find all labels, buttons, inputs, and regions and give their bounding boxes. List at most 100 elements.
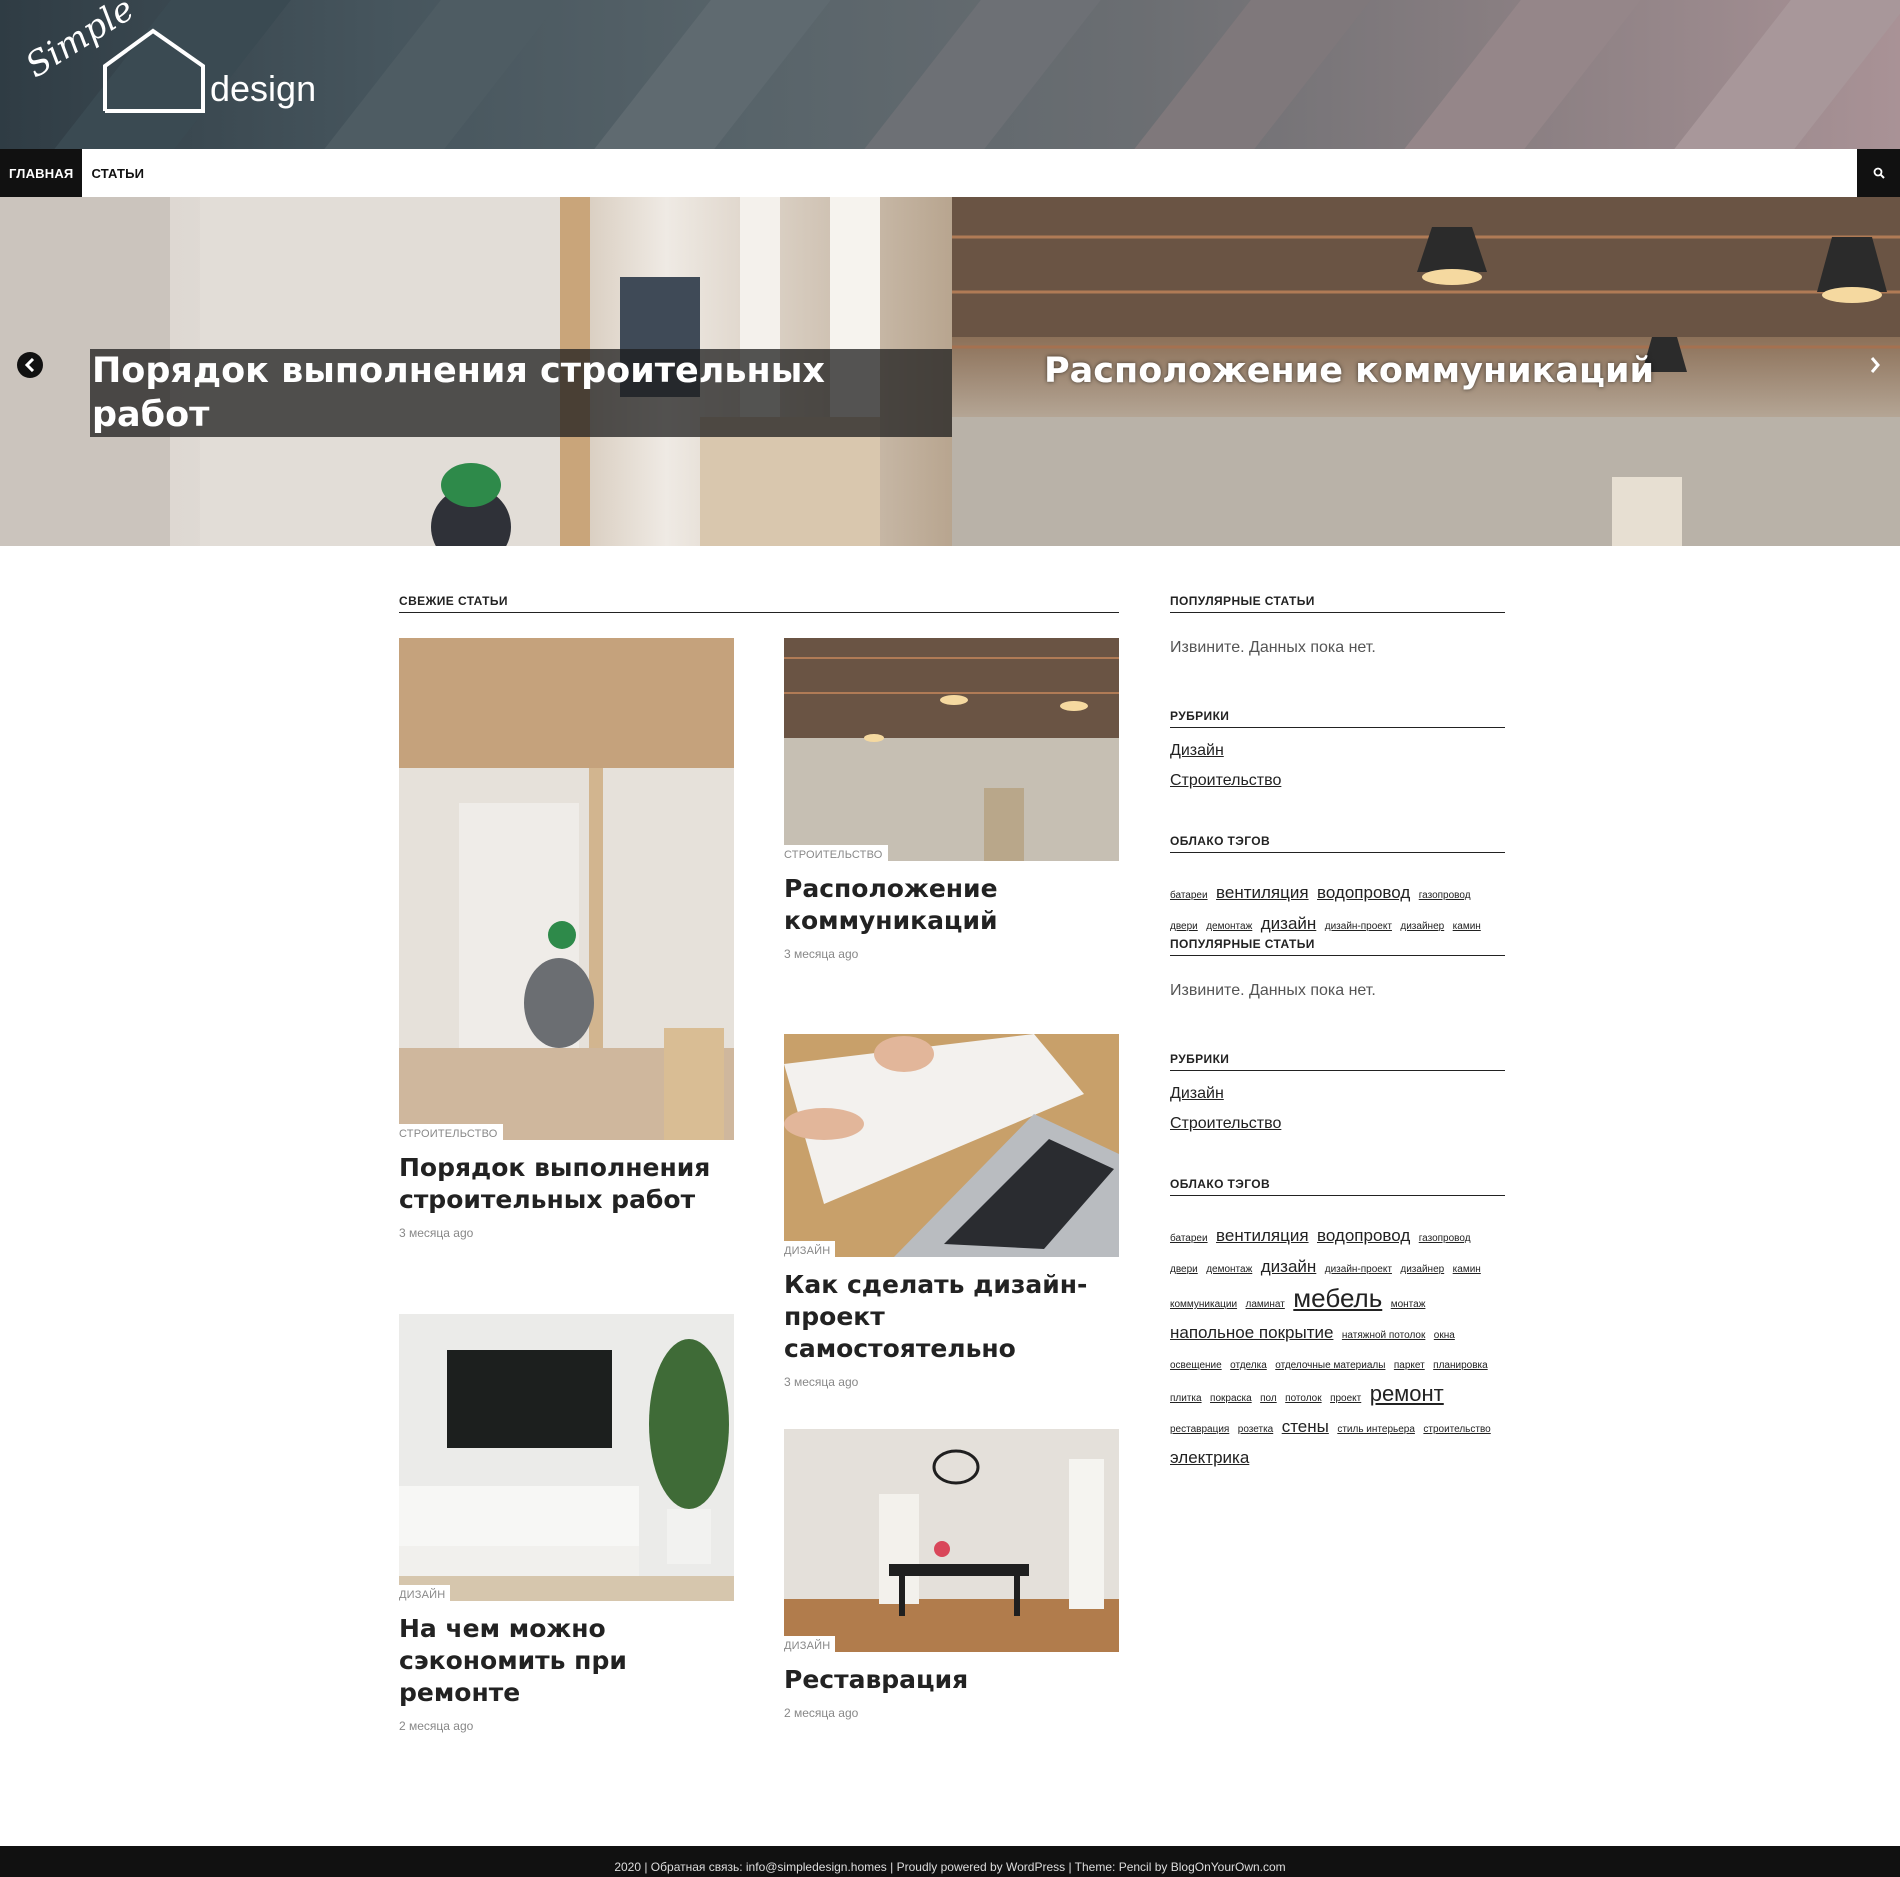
nav-item-home[interactable]: ГЛАВНАЯ [0, 149, 83, 197]
post-image[interactable]: ДИЗАЙН [399, 1314, 734, 1601]
tag-link[interactable]: дизайн [1261, 914, 1317, 933]
post-card: СТРОИТЕЛЬСТВО Порядок выполнения строите… [399, 638, 734, 1240]
tag-link[interactable]: планировка [1433, 1360, 1488, 1371]
post-category: СТРОИТЕЛЬСТВО [399, 1124, 503, 1140]
tag-link[interactable]: покраска [1210, 1393, 1252, 1404]
widget-title-tags: ОБЛАКО ТЭГОВ [1170, 834, 1505, 853]
tag-link[interactable]: коммуникации [1170, 1299, 1237, 1310]
tag-link[interactable]: газопровод [1419, 890, 1471, 901]
tag-link[interactable]: дизайнер [1400, 1264, 1444, 1275]
main-nav: ГЛАВНАЯ СТАТЬИ [0, 149, 1900, 197]
tag-link[interactable]: проект [1330, 1393, 1361, 1404]
logo-word: design [210, 68, 317, 109]
site-logo[interactable]: Simple design [19, 0, 316, 116]
slide-construction[interactable]: Порядок выполнения строительных работ [0, 197, 952, 546]
popular-empty-text: Извините. Данных пока нет. [1170, 639, 1376, 656]
featured-slider: Порядок выполнения строительных работ Ра… [0, 197, 1900, 546]
tag-link[interactable]: мебель [1293, 1283, 1382, 1313]
tag-link[interactable]: дизайн-проект [1325, 1264, 1392, 1275]
tag-link[interactable]: потолок [1285, 1393, 1321, 1404]
tag-link[interactable]: двери [1170, 1264, 1198, 1275]
tag-link[interactable]: дизайн-проект [1325, 921, 1392, 932]
tag-link[interactable]: стены [1282, 1417, 1329, 1436]
tag-link[interactable]: ремонт [1370, 1381, 1444, 1406]
tag-link[interactable]: стиль интерьера [1337, 1424, 1415, 1435]
tag-link[interactable]: напольное покрытие [1170, 1323, 1333, 1342]
search-button[interactable] [1857, 149, 1900, 197]
slider-next-button[interactable] [1862, 352, 1888, 378]
slide-title: Расположение коммуникаций [1044, 351, 1655, 391]
nav-item-articles[interactable]: СТАТЬИ [82, 149, 153, 197]
tag-link[interactable]: батареи [1170, 890, 1208, 901]
widget-title-categories: РУБРИКИ [1170, 709, 1505, 728]
widget-title-categories: РУБРИКИ [1170, 1052, 1505, 1071]
post-card: ДИЗАЙН Реставрация 2 месяца ago [784, 1429, 1119, 1720]
category-link-construction[interactable]: Строительство [1170, 1115, 1505, 1133]
tag-link[interactable]: монтаж [1391, 1299, 1426, 1310]
category-link-design[interactable]: Дизайн [1170, 1085, 1505, 1103]
post-title[interactable]: На чем можно сэкономить при ремонте [399, 1613, 734, 1709]
tag-link[interactable]: дизайнер [1400, 921, 1444, 932]
tag-link[interactable]: батареи [1170, 1233, 1208, 1244]
footer-text: 2020 | Обратная связь: info@simpledesign… [614, 1860, 1286, 1874]
tag-cloud: батареи вентиляция водопровод газопровод… [1170, 879, 1505, 937]
site-header: Simple design [0, 0, 1900, 149]
post-date: 3 месяца ago [784, 1375, 859, 1389]
post-image[interactable]: ДИЗАЙН [784, 1034, 1119, 1257]
tag-link[interactable]: демонтаж [1206, 921, 1252, 932]
widget-title-tags: ОБЛАКО ТЭГОВ [1170, 1177, 1505, 1196]
section-title: СВЕЖИЕ СТАТЬИ [399, 594, 1119, 613]
tag-link[interactable]: дизайн [1261, 1257, 1317, 1276]
post-image[interactable]: ДИЗАЙН [784, 1429, 1119, 1652]
post-title[interactable]: Расположение коммуникаций [784, 873, 1119, 937]
tag-link[interactable]: электрика [1170, 1448, 1249, 1467]
post-title[interactable]: Порядок выполнения строительных работ [399, 1152, 734, 1216]
post-category: ДИЗАЙН [784, 1241, 836, 1257]
post-title[interactable]: Реставрация [784, 1664, 1119, 1696]
tag-link[interactable]: камин [1453, 921, 1481, 932]
post-photo [784, 1429, 1119, 1652]
category-link-construction[interactable]: Строительство [1170, 772, 1505, 790]
chevron-right-icon [1870, 357, 1880, 373]
post-card: СТРОИТЕЛЬСТВО Расположение коммуникаций … [784, 638, 1119, 961]
post-photo [399, 638, 734, 1140]
tag-link[interactable]: двери [1170, 921, 1198, 932]
post-image[interactable]: СТРОИТЕЛЬСТВО [784, 638, 1119, 861]
tag-link[interactable]: окна [1434, 1330, 1455, 1341]
tag-cloud: батареи вентиляция водопровод газопровод… [1170, 1222, 1505, 1473]
tag-link[interactable]: газопровод [1419, 1233, 1471, 1244]
tag-link[interactable]: строительство [1423, 1424, 1490, 1435]
slider-prev-button[interactable] [17, 352, 43, 378]
popular-empty-text: Извините. Данных пока нет. [1170, 982, 1376, 999]
post-category: ДИЗАЙН [399, 1585, 451, 1601]
post-date: 3 месяца ago [399, 1226, 474, 1240]
tag-link[interactable]: демонтаж [1206, 1264, 1252, 1275]
header-decor [1395, 0, 1665, 149]
tag-link[interactable]: водопровод [1317, 883, 1410, 902]
search-icon [1873, 167, 1885, 179]
header-decor [315, 0, 585, 149]
tag-link[interactable]: камин [1453, 1264, 1481, 1275]
widget-title-popular: ПОПУЛЯРНЫЕ СТАТЬИ [1170, 594, 1505, 613]
tag-link[interactable]: розетка [1238, 1424, 1273, 1435]
tag-link[interactable]: реставрация [1170, 1424, 1229, 1435]
tag-link[interactable]: паркет [1394, 1360, 1425, 1371]
chevron-left-icon [24, 358, 35, 372]
tag-link[interactable]: отделочные материалы [1275, 1360, 1385, 1371]
tag-link[interactable]: водопровод [1317, 1226, 1410, 1245]
widget-title-popular: ПОПУЛЯРНЫЕ СТАТЬИ [1170, 937, 1505, 956]
tag-link[interactable]: пол [1260, 1393, 1277, 1404]
tag-link[interactable]: ламинат [1246, 1299, 1285, 1310]
tag-link[interactable]: натяжной потолок [1342, 1330, 1425, 1341]
tag-link[interactable]: вентиляция [1216, 1226, 1309, 1245]
post-title[interactable]: Как сделать дизайн-проект самостоятельно [784, 1269, 1119, 1365]
tag-link[interactable]: освещение [1170, 1360, 1222, 1371]
category-link-design[interactable]: Дизайн [1170, 742, 1505, 760]
recent-posts: СВЕЖИЕ СТАТЬИ СТРОИТЕЛЬСТВО Порядок выпо… [399, 594, 1119, 1733]
post-date: 3 месяца ago [784, 947, 859, 961]
tag-link[interactable]: плитка [1170, 1393, 1202, 1404]
slide-communications[interactable]: Расположение коммуникаций [952, 197, 1900, 546]
tag-link[interactable]: вентиляция [1216, 883, 1309, 902]
tag-link[interactable]: отделка [1230, 1360, 1267, 1371]
post-image[interactable]: СТРОИТЕЛЬСТВО [399, 638, 734, 1140]
